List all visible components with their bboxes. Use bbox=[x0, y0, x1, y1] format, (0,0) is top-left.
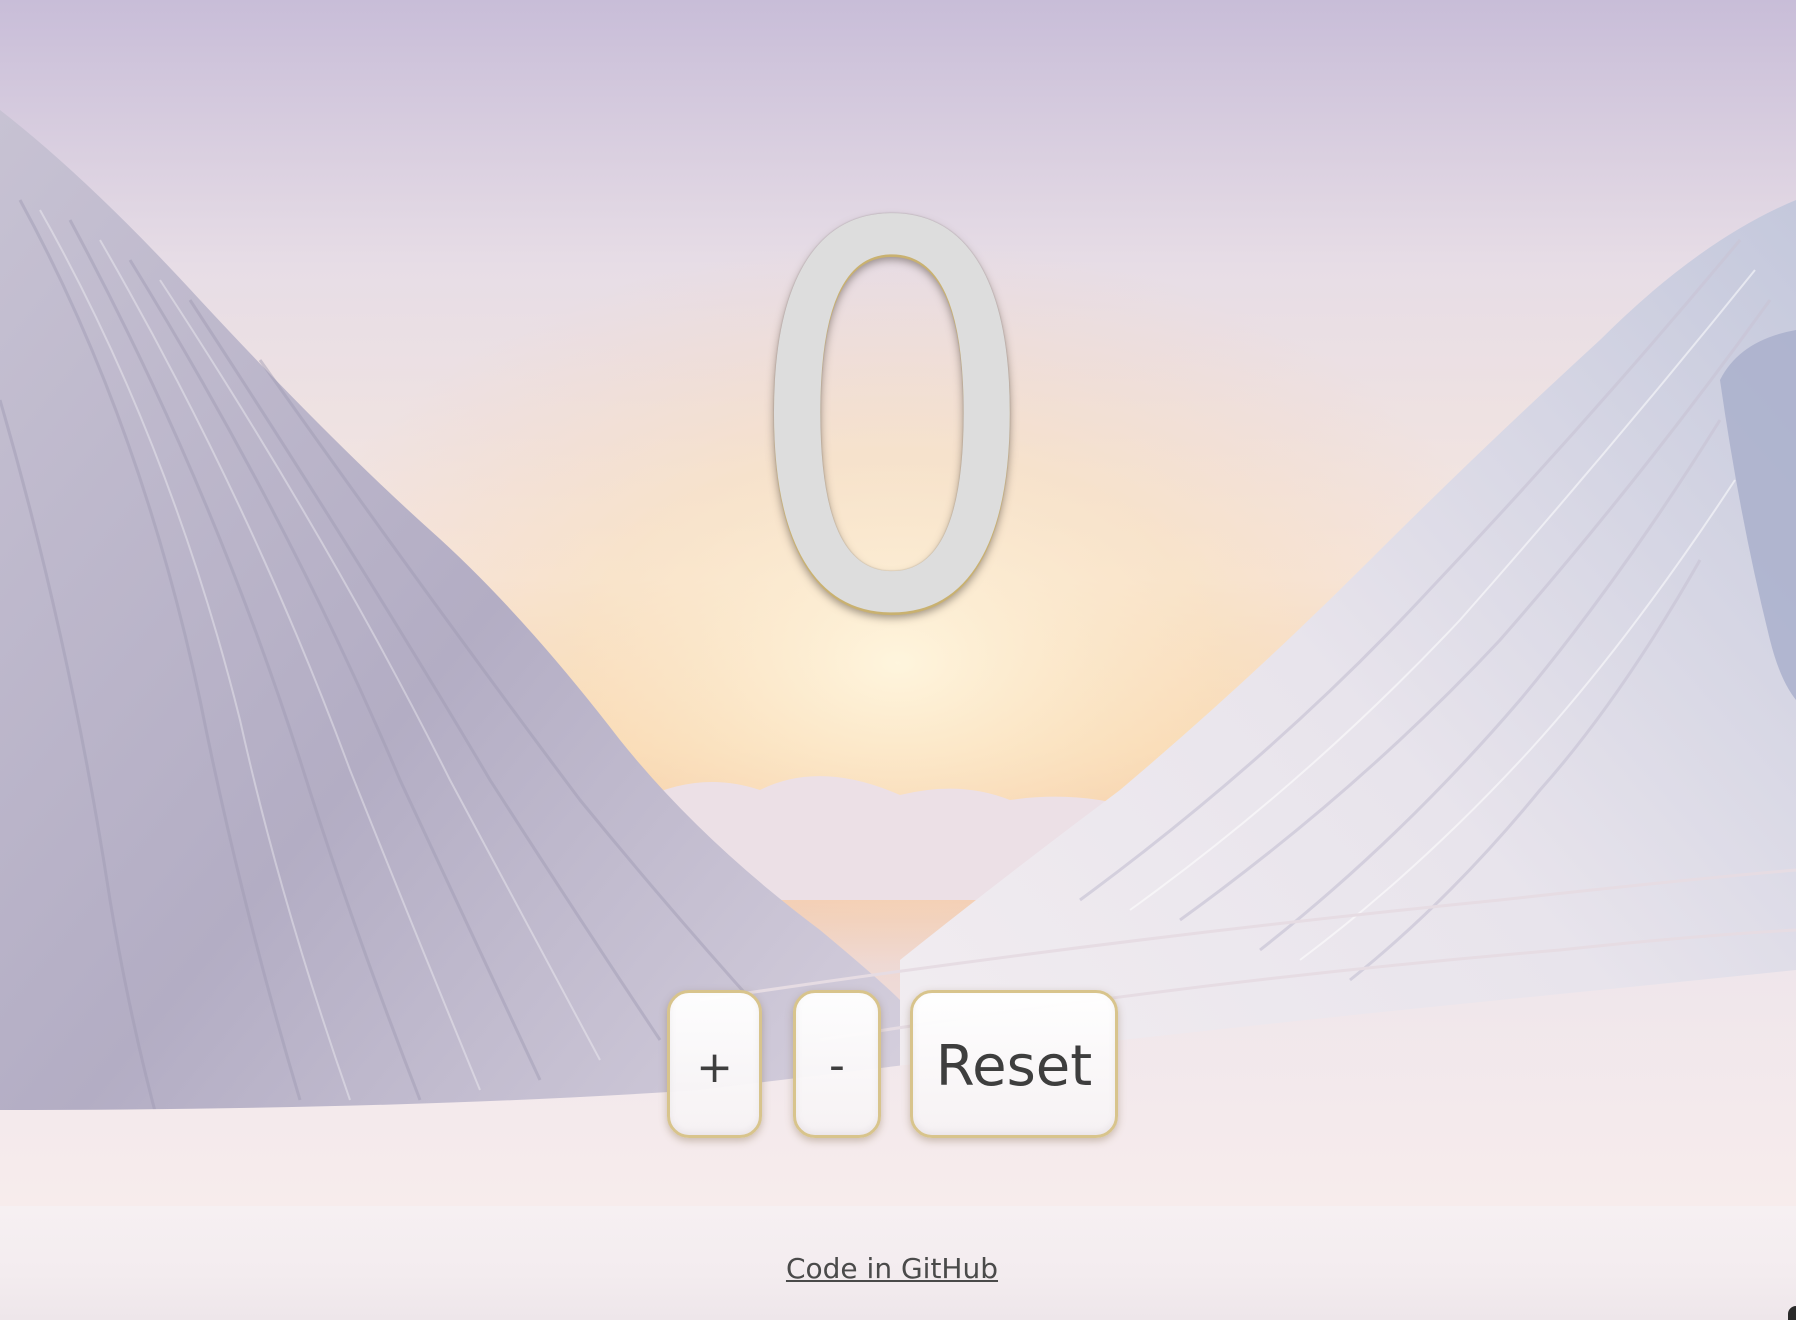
footer: Code in GitHub bbox=[0, 1206, 1796, 1320]
counter-value: 0 bbox=[743, 114, 1041, 730]
counter-app: 0 + - Reset Code in GitHub bbox=[0, 0, 1796, 1320]
github-link[interactable]: Code in GitHub bbox=[0, 1252, 1784, 1285]
window-corner bbox=[1788, 1306, 1796, 1320]
increment-button[interactable]: + bbox=[667, 990, 762, 1138]
decrement-button[interactable]: - bbox=[793, 990, 881, 1138]
counter-controls: + - Reset bbox=[0, 990, 1784, 1142]
reset-button[interactable]: Reset bbox=[910, 990, 1118, 1138]
